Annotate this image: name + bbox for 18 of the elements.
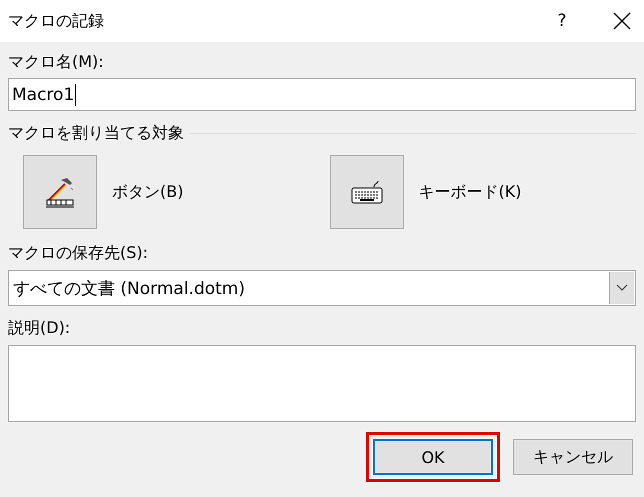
- button-assign-button[interactable]: [23, 155, 97, 229]
- description-field[interactable]: [8, 345, 636, 422]
- assign-label: ボタン(B): [112, 182, 184, 202]
- macro-name-label: マクロ名(M):: [8, 52, 105, 72]
- window-title: マクロの記録: [8, 10, 105, 32]
- hammer-icon: [43, 176, 77, 208]
- description-label: 説明(D):: [8, 318, 72, 338]
- store-in-label: マクロの保存先(S):: [8, 243, 150, 263]
- keyboard-assign-button[interactable]: [330, 155, 404, 229]
- macro-name-field[interactable]: Macro1: [8, 78, 636, 111]
- cancel-button[interactable]: キャンセル: [513, 439, 633, 475]
- help-button[interactable]: ?: [548, 11, 576, 31]
- assign-label: キーボード(K): [418, 182, 522, 202]
- keyboard-icon: [350, 178, 384, 206]
- chevron-down-icon: [616, 284, 628, 292]
- store-in-dropdown[interactable]: すべての文書 (Normal.dotm): [8, 270, 636, 306]
- ok-button[interactable]: OK: [373, 439, 493, 475]
- section-label: マクロを割り当てる対象: [8, 123, 184, 143]
